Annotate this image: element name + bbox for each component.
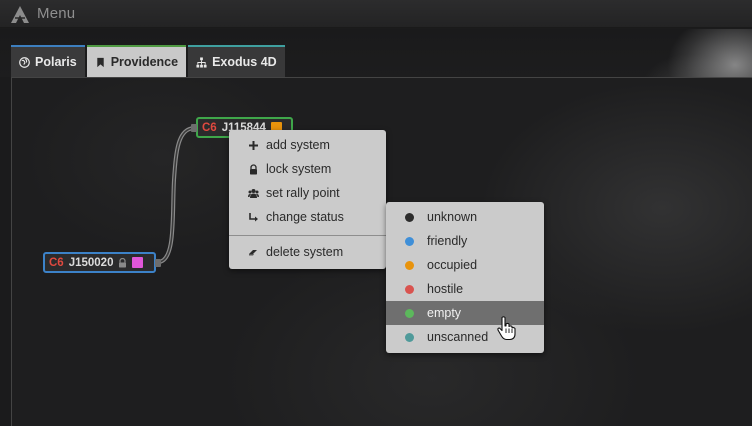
status-option-empty[interactable]: empty <box>386 301 544 325</box>
globe-icon <box>19 56 30 68</box>
lock-icon <box>246 162 260 176</box>
tab-label: Providence <box>110 55 179 69</box>
menu-item-label: change status <box>266 210 344 224</box>
tab-label: Polaris <box>35 55 77 69</box>
connection-endpoint-handle[interactable] <box>191 124 197 132</box>
status-dot-icon <box>405 236 414 246</box>
menu-button[interactable]: Menu <box>37 5 75 22</box>
menu-item-delete-system[interactable]: delete system <box>229 240 386 264</box>
status-dot-icon <box>405 212 414 222</box>
map-tabs: Polaris Providence Exodus 4D <box>11 45 285 77</box>
tab-polaris[interactable]: Polaris <box>11 45 85 77</box>
hand-pointer-cursor-icon <box>497 316 516 341</box>
status-dot-icon <box>405 308 414 318</box>
system-node[interactable]: C6 J150020 <box>43 252 156 273</box>
users-icon <box>246 186 260 200</box>
system-context-menu: add system lock system set rally point c… <box>229 130 386 269</box>
eraser-icon <box>246 245 260 259</box>
plus-icon <box>246 138 260 152</box>
status-option-hostile[interactable]: hostile <box>386 277 544 301</box>
connection-endpoint-handle[interactable] <box>155 259 161 267</box>
status-option-unscanned[interactable]: unscanned <box>386 325 544 349</box>
status-option-label: occupied <box>427 258 478 272</box>
status-option-label: empty <box>427 306 462 320</box>
tab-label: Exodus 4D <box>212 55 277 69</box>
menu-item-change-status[interactable]: change status <box>229 205 386 229</box>
status-option-friendly[interactable]: friendly <box>386 229 544 253</box>
bookmark-icon <box>96 57 104 67</box>
status-option-label: friendly <box>427 234 468 248</box>
status-color-square <box>132 257 144 268</box>
menu-item-add-system[interactable]: add system <box>229 133 386 157</box>
status-submenu: unknown friendly occupied hostile empty … <box>386 202 544 353</box>
system-class: C6 <box>49 256 64 269</box>
tab-exodus-4d[interactable]: Exodus 4D <box>188 45 285 77</box>
status-option-label: hostile <box>427 282 464 296</box>
menu-item-set-rally-point[interactable]: set rally point <box>229 181 386 205</box>
status-dot-icon <box>405 332 414 342</box>
system-class: C6 <box>202 121 217 134</box>
status-option-occupied[interactable]: occupied <box>386 253 544 277</box>
menu-item-label: delete system <box>266 245 344 259</box>
menu-item-label: add system <box>266 138 330 152</box>
share-arrow-icon <box>246 210 260 224</box>
status-option-unknown[interactable]: unknown <box>386 205 544 229</box>
menu-item-label: lock system <box>266 162 332 176</box>
menu-bar: Menu <box>0 0 752 28</box>
system-name: J150020 <box>68 256 114 269</box>
status-dot-icon <box>405 260 414 270</box>
menu-divider <box>229 235 386 236</box>
status-option-label: unknown <box>427 210 478 224</box>
status-dot-icon <box>405 284 414 294</box>
menu-item-label: set rally point <box>266 186 340 200</box>
sitemap-icon <box>196 56 207 68</box>
menu-item-lock-system[interactable]: lock system <box>229 157 386 181</box>
logo-icon[interactable] <box>10 5 30 24</box>
lock-icon <box>119 257 127 267</box>
tab-providence[interactable]: Providence <box>86 45 187 77</box>
status-option-label: unscanned <box>427 330 489 344</box>
